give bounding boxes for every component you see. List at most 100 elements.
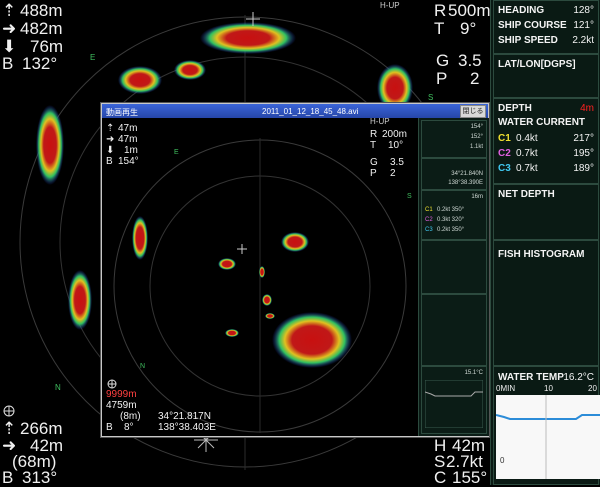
pb-range: 4759m: [106, 400, 137, 411]
pb-temp-graph: [425, 380, 483, 428]
current-dir: 189°: [573, 163, 594, 174]
nav-info-box: HEADING 128° SHIP COURSE 121° SHIP SPEED…: [493, 0, 599, 54]
echo-left: [36, 105, 64, 185]
pb-readout-2: 47m: [118, 134, 138, 145]
pb-temp-box: 15.1°C: [421, 366, 487, 434]
up-arrow-icon: ⇡: [106, 123, 115, 134]
pb-course: 152°: [470, 134, 483, 140]
net-depth-box: NET DEPTH: [493, 184, 599, 240]
range-value: 500m: [448, 1, 491, 20]
course-row: SHIP COURSE 121°: [498, 20, 594, 31]
pb-latlon-box: 34°21.840N 138°38.390E: [421, 158, 487, 190]
pb-compass-s: S: [407, 193, 412, 200]
pb-compass-e: E: [174, 149, 179, 156]
readout-b-value: 132°: [22, 54, 58, 73]
pb-depth: 9999m: [106, 389, 137, 400]
pb-lat: 34°21.817N: [158, 411, 211, 422]
pb-b-label-bottom: B: [106, 422, 113, 433]
playback-app-title: 動画再生: [106, 108, 138, 117]
tilt-label: T: [434, 19, 445, 38]
right-arrow-icon: ➜: [106, 134, 115, 145]
pb-compass-n: N: [140, 363, 145, 370]
temp-axis-min: 0MIN: [496, 384, 516, 393]
gain-label: G: [436, 51, 450, 70]
pb-echo-small4: [225, 329, 239, 337]
compass-n-bottom: N: [55, 383, 61, 392]
water-temp-graph: [496, 395, 600, 479]
readout-right: 482m: [20, 19, 63, 38]
depth-current-box: DEPTH 4m WATER CURRENT C1 0.4kt 217° C2 …: [493, 98, 599, 184]
current-row-c2: C2 0.7kt 195°: [498, 148, 594, 159]
heading-row: HEADING 128°: [498, 5, 594, 16]
pb-pulse-label: P: [370, 168, 377, 179]
pb-echo-small1: [218, 258, 236, 270]
c-value: 155°: [452, 468, 488, 487]
pb-c2-val: 0.3kt 320°: [437, 217, 465, 223]
pb-paren: (8m): [120, 411, 141, 422]
pb-readout-3: 1m: [124, 145, 138, 156]
target-depth: 266m: [20, 419, 63, 438]
target-b-value: 313°: [22, 468, 58, 487]
current-label: WATER CURRENT: [498, 117, 586, 128]
net-depth-label: NET DEPTH: [498, 189, 555, 200]
water-temp-box: WATER TEMP 16.2°C 0MIN 10 20 0: [493, 366, 600, 485]
target-crosshair-icon: [3, 405, 15, 417]
tilt-value: 9°: [460, 19, 477, 38]
course-label: SHIP COURSE: [498, 20, 567, 31]
pb-c2-id: C2: [425, 217, 433, 223]
compass-s-right: S: [428, 93, 433, 102]
pb-depth-val: 16m: [471, 194, 483, 200]
pb-echo-large: [272, 312, 352, 368]
right-arrow-icon: ➜: [2, 19, 17, 38]
pb-lat: 34°21.840N: [451, 171, 483, 177]
current-id: C1: [498, 133, 511, 144]
temp-axis-left-mark: 0: [500, 456, 505, 465]
heading-value: 128°: [573, 5, 594, 16]
depth-row: DEPTH 4m: [498, 103, 594, 114]
current-speed: 0.7kt: [516, 148, 538, 159]
pb-depth-box: 16m C1 0.2kt 350° C2 0.3kt 320° C3 0.2kt…: [421, 190, 487, 240]
speed-label: SHIP SPEED: [498, 35, 558, 46]
readout-b-label: B: [2, 54, 14, 73]
pb-tilt-label: T: [370, 140, 377, 151]
current-speed: 0.4kt: [516, 133, 538, 144]
pb-lon: 138°38.403E: [158, 422, 216, 433]
playback-window[interactable]: 動画再生 2011_01_12_18_45_48.avi 閉じる E S N ⇡…: [101, 103, 489, 437]
pb-gain-label: G: [370, 157, 378, 168]
pb-nav-box: 154° 152° 1.1kt: [421, 120, 487, 158]
current-row-c1: C1 0.4kt 217°: [498, 133, 594, 144]
current-speed: 0.7kt: [516, 163, 538, 174]
pb-echo-small3: [259, 266, 265, 278]
pb-echo-cluster: [281, 232, 309, 252]
pulse-value: 2: [470, 69, 480, 88]
gain-value: 3.5: [458, 51, 482, 70]
pb-display-mode: H-UP: [370, 117, 390, 126]
playback-titlebar[interactable]: 動画再生 2011_01_12_18_45_48.avi 閉じる: [102, 104, 488, 118]
pb-echo-small2: [262, 294, 272, 306]
current-dir: 195°: [573, 148, 594, 159]
pb-range-label: R: [370, 129, 378, 140]
pb-heading: 154°: [470, 124, 483, 130]
up-arrow-icon: ⇡: [2, 419, 17, 438]
pb-c1-id: C1: [425, 207, 433, 213]
water-temp-value: 16.2°C: [563, 372, 594, 383]
up-arrow-icon: ⇡: [2, 1, 17, 20]
pb-speed: 1.1kt: [469, 144, 483, 150]
readout-up: 488m: [20, 1, 63, 20]
pb-ship-marker-icon: [237, 244, 247, 254]
echo-top-left: [118, 66, 162, 94]
latlon-box: LAT/LON[DGPS]: [493, 54, 599, 98]
histogram-label: FISH HISTOGRAM: [498, 249, 585, 260]
histogram-box: FISH HISTOGRAM: [493, 240, 599, 366]
current-row-c3: C3 0.7kt 189°: [498, 163, 594, 174]
readout-down: 76m: [30, 37, 64, 56]
close-button[interactable]: 閉じる: [460, 105, 486, 118]
pb-gain-value: 3.5: [390, 157, 404, 168]
current-dir: 217°: [573, 133, 594, 144]
pb-b-value: 154°: [118, 156, 139, 167]
pb-tilt-value: 10°: [388, 140, 404, 151]
echo-top: [200, 22, 296, 54]
water-temp-row: WATER TEMP 16.2°C: [498, 372, 594, 383]
pb-crosshair-icon: [107, 379, 117, 389]
speed-row: SHIP SPEED 2.2kt: [498, 35, 594, 46]
